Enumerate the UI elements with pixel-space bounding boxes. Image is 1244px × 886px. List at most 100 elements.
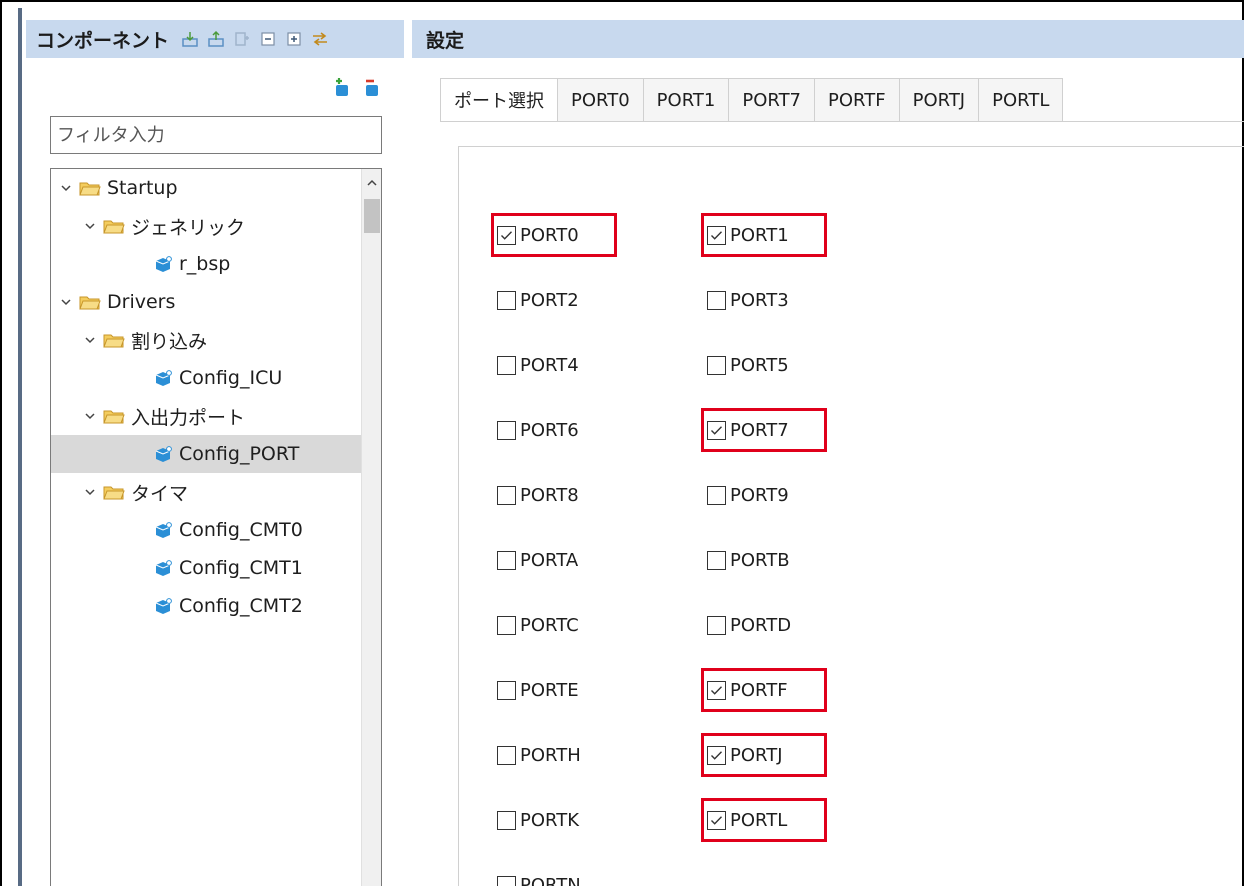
add-component-icon[interactable] xyxy=(332,78,352,98)
folder-open-icon xyxy=(103,407,125,425)
port-label: PORTC xyxy=(520,614,579,636)
tree-item-label: Config_PORT xyxy=(179,443,300,465)
filter-input[interactable] xyxy=(50,116,382,154)
tree-item-label: Startup xyxy=(107,177,178,199)
chevron-down-icon[interactable] xyxy=(83,485,97,499)
tab-port1[interactable]: PORT1 xyxy=(643,78,730,122)
checkbox[interactable] xyxy=(497,680,516,700)
component-panel-header: コンポーネント xyxy=(26,20,404,58)
checkbox[interactable] xyxy=(497,485,516,505)
port-checkbox-port4[interactable]: PORT4 xyxy=(497,350,579,380)
port-checkbox-porte[interactable]: PORTE xyxy=(497,675,579,705)
checkbox[interactable] xyxy=(497,615,516,635)
port-label: PORTH xyxy=(520,744,581,766)
port-checkbox-portn[interactable]: PORTN xyxy=(497,870,581,886)
chevron-down-icon[interactable] xyxy=(59,181,73,195)
port-label: PORT6 xyxy=(520,419,579,441)
port-label: PORTA xyxy=(520,549,579,571)
port-checkbox-port2[interactable]: PORT2 xyxy=(497,285,579,315)
chevron-down-icon[interactable] xyxy=(83,409,97,423)
tree-item-label: Config_ICU xyxy=(179,367,283,389)
tree-item-r-bsp[interactable]: r_bsp xyxy=(51,245,363,283)
tree-item-config-cmt2[interactable]: Config_CMT2 xyxy=(51,587,363,625)
tree-item-label: Config_CMT0 xyxy=(179,519,303,541)
port-checkbox-portc[interactable]: PORTC xyxy=(497,610,579,640)
port-checkbox-portb[interactable]: PORTB xyxy=(707,545,790,575)
settings-tabs: ポート選択 PORT0 PORT1 PORT7 PORTF PORTJ PORTL xyxy=(440,78,1064,122)
port-checkbox-porth[interactable]: PORTH xyxy=(497,740,581,770)
port-checkbox-port9[interactable]: PORT9 xyxy=(707,480,789,510)
component-tree: Startup ジェネリック r_bsp Drivers 割り込み Config_ICU 入… xyxy=(50,168,382,886)
tree-item-item[interactable]: ジェネリック xyxy=(51,207,363,245)
component-icon xyxy=(153,255,173,273)
remove-component-icon[interactable] xyxy=(362,78,382,98)
checkbox[interactable] xyxy=(707,290,726,310)
checkbox[interactable] xyxy=(707,615,726,635)
tree-item-label: ジェネリック xyxy=(131,216,246,239)
tree-item-config-icu[interactable]: Config_ICU xyxy=(51,359,363,397)
highlight-box xyxy=(491,213,617,257)
port-checkbox-porta[interactable]: PORTA xyxy=(497,545,578,575)
port-label: PORTE xyxy=(520,679,579,701)
port-checkbox-port8[interactable]: PORT8 xyxy=(497,480,579,510)
checkbox[interactable] xyxy=(497,550,516,570)
tree-item-item[interactable]: 割り込み xyxy=(51,321,363,359)
tree-item-startup[interactable]: Startup xyxy=(51,169,363,207)
tree-item-drivers[interactable]: Drivers xyxy=(51,283,363,321)
tab-port-select[interactable]: ポート選択 xyxy=(440,78,558,122)
chevron-down-icon[interactable] xyxy=(83,219,97,233)
highlight-box xyxy=(701,798,827,842)
tree-item-config-port[interactable]: Config_PORT xyxy=(51,435,363,473)
port-checkbox-port5[interactable]: PORT5 xyxy=(707,350,789,380)
tree-item-config-cmt1[interactable]: Config_CMT1 xyxy=(51,549,363,587)
folder-open-icon xyxy=(79,293,101,311)
port-checkbox-portd[interactable]: PORTD xyxy=(707,610,791,640)
tree-item-config-cmt0[interactable]: Config_CMT0 xyxy=(51,511,363,549)
collapse-all-icon[interactable] xyxy=(259,30,277,48)
folder-open-icon xyxy=(103,483,125,501)
window-edge xyxy=(18,8,22,886)
checkbox[interactable] xyxy=(497,290,516,310)
checkbox[interactable] xyxy=(707,485,726,505)
tree-list: Startup ジェネリック r_bsp Drivers 割り込み Config_ICU 入… xyxy=(51,169,363,625)
port-checkbox-port3[interactable]: PORT3 xyxy=(707,285,789,315)
tab-port0[interactable]: PORT0 xyxy=(558,78,644,122)
checkbox[interactable] xyxy=(497,745,516,765)
tree-item-label: Config_CMT2 xyxy=(179,595,303,617)
checkbox[interactable] xyxy=(497,875,516,886)
highlight-box xyxy=(701,213,827,257)
port-label: PORT4 xyxy=(520,354,579,376)
component-icon xyxy=(153,445,173,463)
checkbox[interactable] xyxy=(707,550,726,570)
tab-portl[interactable]: PORTL xyxy=(979,78,1064,122)
tree-item-item[interactable]: 入出力ポート xyxy=(51,397,363,435)
port-checkbox-port6[interactable]: PORT6 xyxy=(497,415,579,445)
component-icon xyxy=(153,597,173,615)
checkbox[interactable] xyxy=(707,355,726,375)
checkbox[interactable] xyxy=(497,355,516,375)
link-icon[interactable] xyxy=(311,30,329,48)
tree-item-label: Drivers xyxy=(107,291,176,313)
scroll-thumb[interactable] xyxy=(364,199,380,233)
settings-panel-header: 設定 xyxy=(412,20,1244,58)
tree-item-item[interactable]: タイマ xyxy=(51,473,363,511)
tab-portj[interactable]: PORTJ xyxy=(899,78,980,122)
generate-icon[interactable] xyxy=(233,30,251,48)
folder-open-icon xyxy=(103,217,125,235)
folder-open-icon xyxy=(79,179,101,197)
tree-scrollbar[interactable] xyxy=(361,169,381,886)
expand-all-icon[interactable] xyxy=(285,30,303,48)
tab-port7[interactable]: PORT7 xyxy=(729,78,816,122)
chevron-down-icon[interactable] xyxy=(83,333,97,347)
checkbox[interactable] xyxy=(497,420,516,440)
checkbox[interactable] xyxy=(497,810,516,830)
port-checkbox-portk[interactable]: PORTK xyxy=(497,805,579,835)
scroll-up-icon[interactable] xyxy=(362,173,381,193)
chevron-down-icon[interactable] xyxy=(59,295,73,309)
import-icon[interactable] xyxy=(181,30,199,48)
port-label: PORTK xyxy=(520,809,580,831)
component-panel: コンポーネント Startup ジェネリック r_bsp Drivers 割り込み Con… xyxy=(26,20,404,886)
export-icon[interactable] xyxy=(207,30,225,48)
folder-open-icon xyxy=(103,331,125,349)
tab-portf[interactable]: PORTF xyxy=(815,78,900,122)
